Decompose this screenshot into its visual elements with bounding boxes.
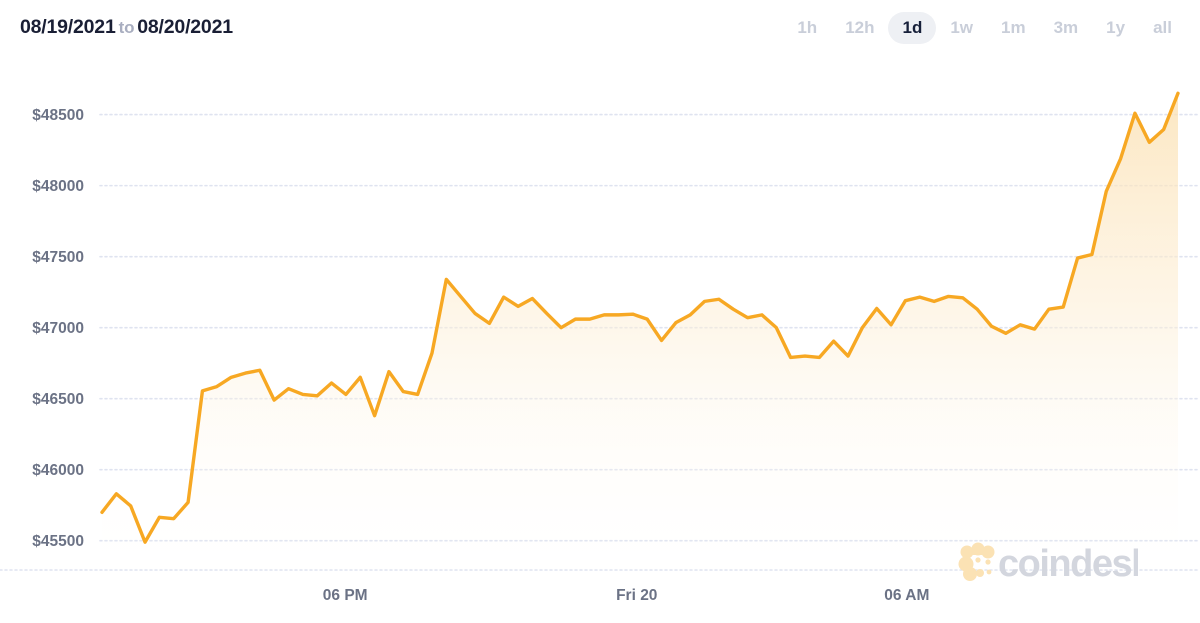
chart-header: 08/19/2021 to 08/20/2021 1h 12h 1d 1w 1m 3… [0,0,1200,62]
y-axis-tick-label: $46000 [32,462,84,479]
y-axis-tick-label: $47000 [32,320,84,337]
chart-x-axis-labels: 06 PM Fri 20 06 AM [323,587,930,604]
range-tab-1m[interactable]: 1m [987,12,1040,44]
range-tab-3m[interactable]: 3m [1040,12,1093,44]
chart-y-axis-labels: $45500 $46000 $46500 $47000 $47500 $48000 $485… [32,107,84,550]
chart-area-fill [102,93,1178,571]
x-axis-tick-label: 06 AM [884,587,929,604]
range-tab-1d[interactable]: 1d [888,12,937,44]
date-range-connector: to [118,18,135,37]
x-axis-tick-label: Fri 20 [616,587,657,604]
range-tab-1y[interactable]: 1y [1092,12,1139,44]
date-range-display: 08/19/2021 to 08/20/2021 [20,16,233,39]
date-range-start: 08/19/2021 [20,16,116,38]
range-tab-12h[interactable]: 12h [831,12,888,44]
y-axis-tick-label: $48500 [32,107,84,124]
x-axis-tick-label: 06 PM [323,587,368,604]
time-range-selector: 1h 12h 1d 1w 1m 3m 1y all [783,12,1186,44]
range-tab-all[interactable]: all [1139,12,1186,44]
y-axis-tick-label: $45500 [32,533,84,550]
range-tab-1h[interactable]: 1h [783,12,831,44]
y-axis-tick-label: $46500 [32,391,84,408]
y-axis-tick-label: $47500 [32,249,84,266]
price-chart-svg[interactable]: $45500 $46000 $46500 $47000 $47500 $48000 $485… [0,62,1200,623]
date-range-end: 08/20/2021 [137,16,233,38]
range-tab-1w[interactable]: 1w [936,12,987,44]
y-axis-tick-label: $48000 [32,178,84,195]
price-chart[interactable]: $45500 $46000 $46500 $47000 $47500 $48000 $485… [0,62,1200,623]
